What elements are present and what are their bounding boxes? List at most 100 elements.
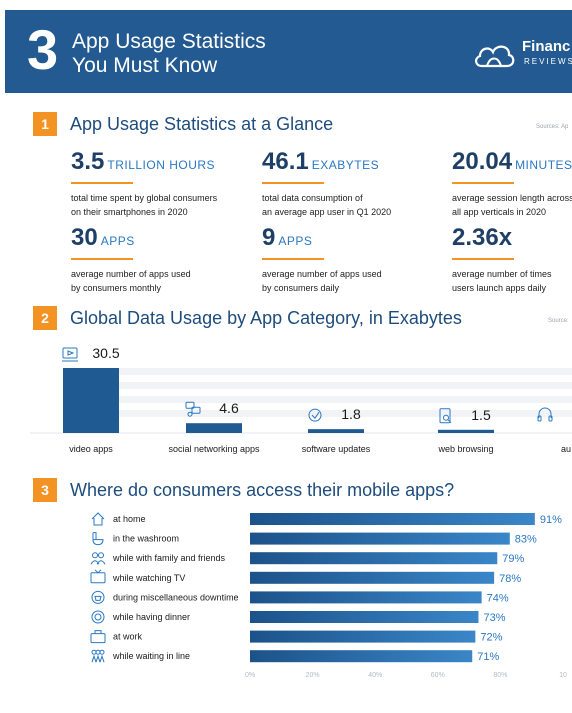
hbar	[250, 611, 479, 623]
hbar	[250, 630, 476, 643]
stat-data-consumption: 46.1 EXABYTES total data consumption of an…	[262, 148, 442, 219]
stat-value: 46.1	[262, 148, 309, 175]
stat-unit: EXABYTES	[311, 158, 380, 172]
section-1-badge: 1	[33, 112, 57, 136]
stat-description: total time spent by global consumers on t…	[71, 191, 251, 219]
category-label: au	[561, 444, 571, 454]
stat-unit: MINUTES	[515, 158, 572, 172]
stat-desc-line: by consumers monthly	[71, 283, 162, 293]
x-tick-label: 80%	[493, 672, 507, 679]
stat-session-length: 20.04 MINUTES average session length acro…	[452, 148, 572, 219]
stat-unit: APPS	[100, 234, 135, 248]
stat-description: average session length across all app ver…	[452, 191, 572, 219]
section-1-title: App Usage Statistics at a Glance	[70, 114, 334, 134]
logo-subtext: REVIEWS	[524, 57, 572, 66]
x-tick-label: 0%	[245, 672, 255, 679]
coffee-icon	[91, 590, 105, 604]
bar-value-label: 1.8	[341, 406, 361, 422]
briefcase-icon	[90, 630, 106, 644]
stat-value: 30	[71, 224, 98, 251]
stat-value-line: 30 APPS	[71, 224, 251, 252]
hbar	[250, 650, 473, 663]
hbar-value-label: 91%	[540, 514, 562, 526]
stat-underline	[71, 258, 133, 260]
category-label: software updates	[302, 444, 371, 454]
section-3-title: Where do consumers access their mobile a…	[70, 480, 455, 500]
stat-total-hours: 3.5 TRILLION HOURS total time spent by gl…	[71, 148, 251, 219]
stat-underline	[262, 182, 324, 184]
category-label: web browsing	[437, 444, 493, 454]
people-icon	[90, 552, 106, 565]
hbar-value-label: 83%	[515, 534, 537, 546]
stat-apps-daily: 9 APPS average number of apps used by cons…	[262, 224, 442, 295]
icon-stroke	[91, 649, 97, 655]
stat-value-line: 20.04 MINUTES	[452, 148, 572, 176]
icon-stroke	[92, 552, 98, 559]
hbar-value-label: 71%	[477, 651, 499, 663]
stat-description: average number of times users launch apps…	[452, 267, 572, 295]
stat-value-line: 3.5 TRILLION HOURS	[71, 148, 251, 176]
icon-stroke	[94, 595, 102, 601]
bar	[186, 423, 242, 433]
home-icon	[91, 512, 105, 526]
row-label: while watching TV	[112, 573, 185, 583]
row-label: in the washroom	[113, 534, 179, 544]
logo-text: Financ	[522, 38, 571, 55]
data-usage-bar-chart: 30.5 video apps 4.6 social networking apps 1…	[30, 345, 572, 454]
icon-stroke	[90, 560, 106, 565]
stat-underline	[262, 258, 324, 260]
stat-description: total data consumption of an average app …	[262, 191, 442, 219]
stat-value-line: 2.36x	[452, 224, 572, 252]
stat-value: 9	[262, 224, 276, 251]
stat-desc-line: all app verticals in 2020	[452, 207, 547, 217]
icon-stroke	[62, 347, 78, 359]
x-tick-label: 10	[559, 672, 567, 679]
page-header: 3 App Usage Statistics You Must Know Fin…	[5, 10, 572, 93]
waiting-line-icon	[91, 649, 105, 663]
stat-desc-line: total data consumption of	[262, 193, 363, 203]
stat-desc-line: an average app user in Q1 2020	[262, 207, 392, 217]
hbar	[250, 552, 498, 565]
category-label: social networking apps	[168, 444, 260, 454]
stat-underline	[452, 258, 514, 260]
icon-stroke	[90, 572, 106, 584]
hbar	[250, 532, 510, 545]
hbar	[250, 513, 535, 525]
x-tick-label: 40%	[368, 672, 382, 679]
stat-app-launches: 2.36x average number of times users launc…	[452, 224, 572, 295]
toilet-icon	[92, 532, 104, 546]
x-tick-label: 20%	[306, 672, 320, 679]
stat-desc-line: total time spent by global consumers	[71, 193, 218, 203]
icon-stroke	[91, 590, 105, 604]
section-2-title: Global Data Usage by App Category, in Ex…	[70, 308, 462, 328]
stat-description: average number of apps used by consumers …	[262, 267, 442, 295]
stat-description: average number of apps used by consumers …	[71, 267, 251, 295]
stat-desc-line: users launch apps daily	[452, 283, 547, 293]
stat-desc-line: by consumers daily	[262, 283, 340, 293]
row-label: at work	[113, 632, 143, 642]
icon-stroke	[95, 649, 101, 655]
section-2-badge: 2	[33, 306, 57, 330]
bar	[63, 368, 119, 433]
app-access-location-chart: at home 91% in the washroom 83% while with f…	[90, 512, 567, 679]
row-label: at home	[113, 514, 146, 524]
stat-value: 3.5	[71, 148, 105, 175]
icon-stroke	[67, 350, 75, 356]
chart-band	[118, 368, 572, 375]
stat-desc-line: average number of times	[452, 269, 552, 279]
x-tick-label: 60%	[431, 672, 445, 679]
stat-desc-line: on their smartphones in 2020	[71, 207, 188, 217]
stat-apps-monthly: 30 APPS average number of apps used by con…	[71, 224, 251, 295]
header-number: 3	[27, 18, 59, 81]
category-label: video apps	[69, 444, 113, 454]
stat-value-line: 46.1 EXABYTES	[262, 148, 442, 176]
page-title-line1: App Usage Statistics	[72, 30, 266, 53]
stat-unit: TRILLION HOURS	[107, 158, 216, 172]
icon-stroke	[92, 532, 104, 546]
hbar-value-label: 74%	[487, 592, 509, 604]
section-1-source: Sources: Ap	[536, 124, 569, 130]
stat-desc-line: average number of apps used	[262, 269, 382, 279]
icon-stroke	[91, 610, 105, 624]
hbar-value-label: 73%	[483, 612, 505, 624]
stat-underline	[452, 182, 514, 184]
